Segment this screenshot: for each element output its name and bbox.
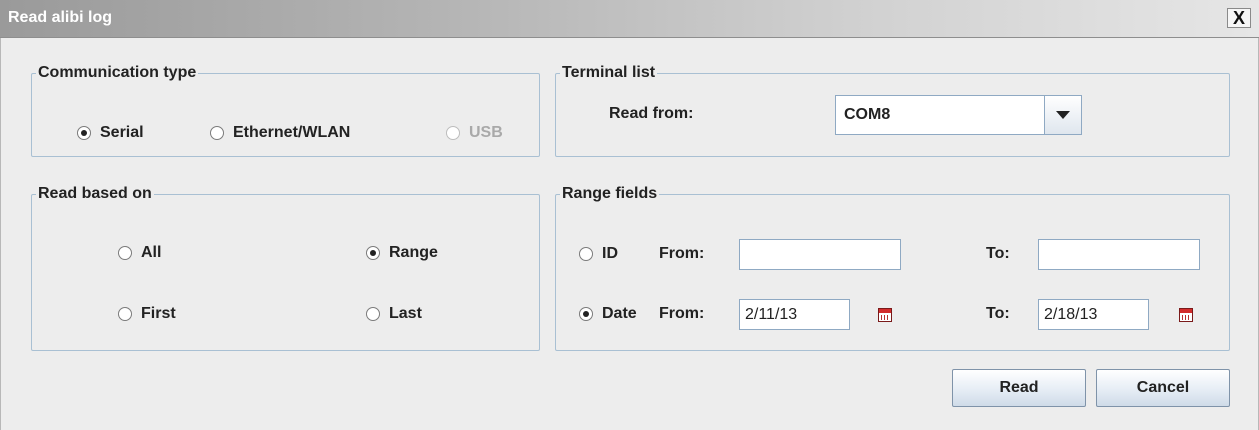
id-from-label: From: <box>659 245 705 262</box>
radio-ethernet-wlan[interactable]: Ethernet/WLAN <box>210 124 350 142</box>
radio-serial[interactable]: Serial <box>77 124 144 142</box>
radio-date-indicator <box>579 307 593 321</box>
date-to-label: To: <box>986 305 1010 322</box>
radio-date[interactable]: Date <box>579 305 637 323</box>
close-button[interactable]: X <box>1227 8 1251 28</box>
id-from-input[interactable] <box>739 239 901 270</box>
calendar-icon[interactable] <box>1179 308 1193 322</box>
read-based-on-group: Read based on All Range First Last <box>31 185 540 351</box>
radio-range-label: Range <box>389 244 438 261</box>
title-bar: Read alibi log X <box>0 0 1259 38</box>
left-edge <box>0 38 1 430</box>
radio-last-indicator <box>366 307 380 321</box>
cancel-button[interactable]: Cancel <box>1096 369 1230 407</box>
window-title: Read alibi log <box>8 9 113 26</box>
port-select-arrow[interactable] <box>1044 96 1081 134</box>
communication-type-legend: Communication type <box>38 64 197 81</box>
radio-range-indicator <box>366 246 380 260</box>
port-select[interactable]: COM8 <box>835 95 1082 135</box>
radio-last-label: Last <box>389 305 422 322</box>
radio-usb: USB <box>446 124 503 142</box>
close-icon: X <box>1233 8 1246 28</box>
radio-first-label: First <box>141 305 176 322</box>
terminal-list-group: Terminal list Read from: COM8 <box>555 64 1230 157</box>
range-fields-group: Range fields ID From: To: Date From: To: <box>555 185 1230 351</box>
radio-id[interactable]: ID <box>579 245 618 263</box>
radio-usb-indicator <box>446 126 460 140</box>
date-to-input[interactable] <box>1038 299 1149 330</box>
radio-first[interactable]: First <box>118 305 176 323</box>
radio-all-indicator <box>118 246 132 260</box>
port-select-value: COM8 <box>844 106 891 123</box>
radio-id-label: ID <box>602 245 618 262</box>
communication-type-group: Communication type Serial Ethernet/WLAN … <box>31 64 540 157</box>
radio-range[interactable]: Range <box>366 244 438 262</box>
radio-serial-indicator <box>77 126 91 140</box>
radio-last[interactable]: Last <box>366 305 422 323</box>
calendar-icon[interactable] <box>878 308 892 322</box>
id-to-input[interactable] <box>1038 239 1200 270</box>
terminal-list-legend: Terminal list <box>562 64 656 81</box>
radio-id-indicator <box>579 247 593 261</box>
radio-usb-label: USB <box>469 124 503 141</box>
radio-serial-label: Serial <box>100 124 144 141</box>
date-from-input[interactable] <box>739 299 850 330</box>
radio-ethernet-wlan-indicator <box>210 126 224 140</box>
radio-ethernet-wlan-label: Ethernet/WLAN <box>233 124 351 141</box>
chevron-down-icon <box>1056 111 1070 119</box>
radio-first-indicator <box>118 307 132 321</box>
read-from-label: Read from: <box>609 105 694 122</box>
id-to-label: To: <box>986 245 1010 262</box>
radio-all-label: All <box>141 244 162 261</box>
range-fields-legend: Range fields <box>562 185 658 202</box>
read-button[interactable]: Read <box>952 369 1086 407</box>
date-from-label: From: <box>659 305 705 322</box>
radio-date-label: Date <box>602 305 637 322</box>
radio-all[interactable]: All <box>118 244 161 262</box>
read-based-on-legend: Read based on <box>38 185 152 202</box>
